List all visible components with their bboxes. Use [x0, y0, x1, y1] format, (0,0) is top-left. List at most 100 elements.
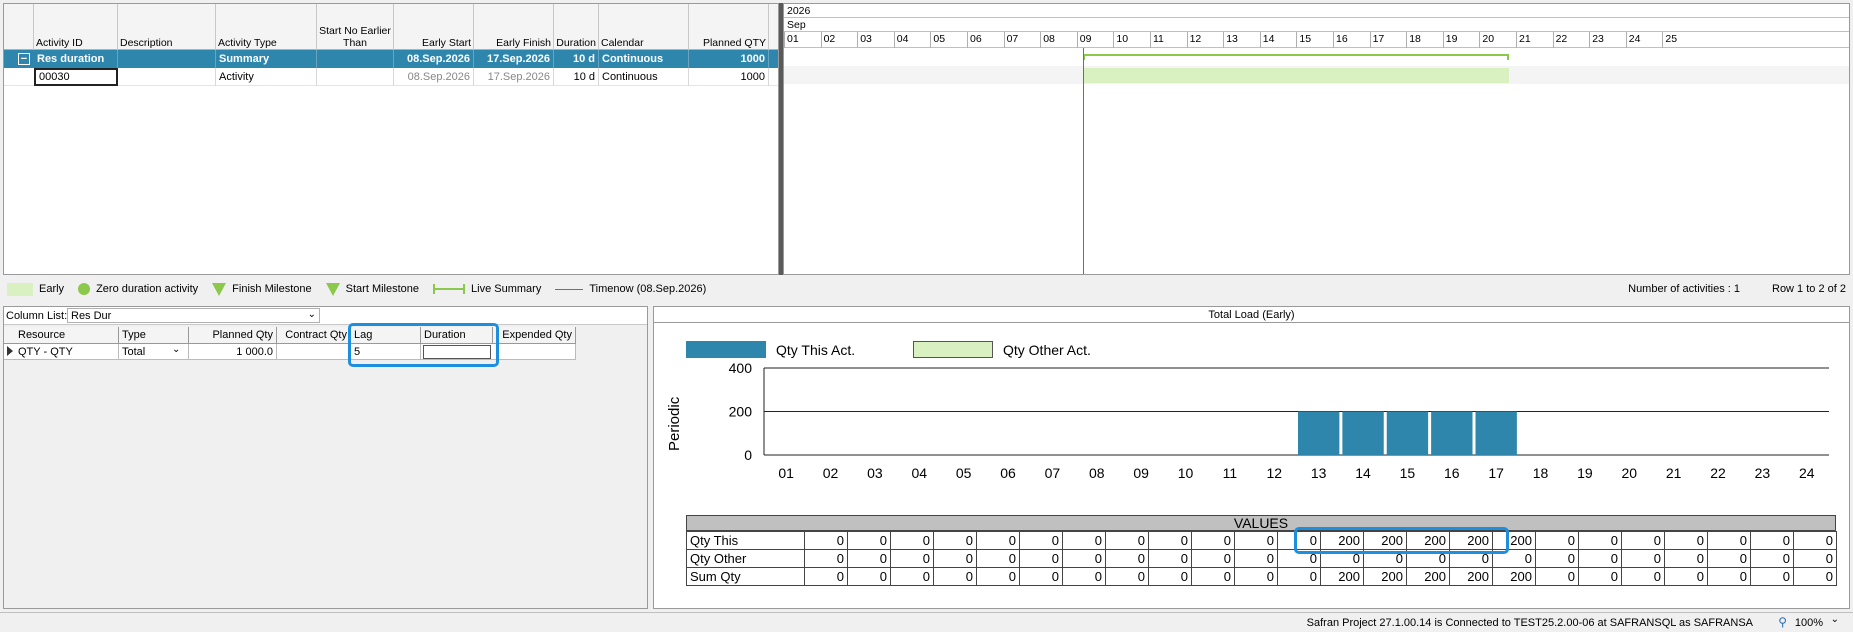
cell-early-start[interactable]: 08.Sep.2026 [394, 50, 474, 68]
cell-planned-qty[interactable]: 1000 [689, 50, 769, 68]
values-cell: 0 [847, 549, 891, 568]
gantt-day-10: 10 [1113, 32, 1150, 48]
cell-snet[interactable] [317, 68, 394, 86]
col-activity-type[interactable]: Activity Type [216, 4, 317, 50]
values-cell: 0 [1664, 549, 1708, 568]
gantt-day-23: 23 [1589, 32, 1626, 48]
row-pointer-icon [7, 346, 13, 356]
col-early-start[interactable]: Early Start [394, 4, 474, 50]
chevron-down-icon[interactable]: ⌄ [308, 309, 316, 320]
col-duration[interactable]: Duration [554, 4, 599, 50]
x-tick-label: 20 [1622, 465, 1638, 481]
col-contract-qty[interactable]: Contract Qty [277, 327, 351, 344]
resource-panel: Column List: Res Dur ⌄ Resource Type Pla… [3, 306, 648, 609]
col-calendar[interactable]: Calendar [599, 4, 689, 50]
zoom-dropdown-icon[interactable]: ⌄ [1831, 614, 1839, 625]
cell-expended-qty[interactable] [493, 344, 576, 360]
values-cell: 0 [1062, 549, 1106, 568]
cell-calendar[interactable]: Continuous [599, 68, 689, 86]
column-list-select[interactable]: Res Dur ⌄ [67, 308, 320, 323]
col-planned-qty[interactable]: Planned Qty [189, 327, 277, 344]
col-early-finish[interactable]: Early Finish [474, 4, 554, 50]
zoom-icon[interactable]: ⚲ [1778, 615, 1787, 629]
column-list-bar: Column List: Res Dur ⌄ [4, 307, 647, 325]
col-type[interactable]: Type [119, 327, 189, 344]
zoom-level[interactable]: 100% [1795, 617, 1823, 629]
table-row-summary[interactable]: − Res duration Summary 08.Sep.2026 17.Se… [4, 50, 778, 68]
cell-planned-qty[interactable]: 1 000.0 [189, 344, 277, 360]
x-tick-label: 24 [1799, 465, 1815, 481]
values-cell: 0 [1621, 531, 1665, 550]
cell-snet[interactable] [317, 50, 394, 68]
expand-collapse-icon[interactable]: − [18, 53, 30, 65]
early-bar[interactable] [1083, 68, 1509, 83]
values-row-label: Qty Other [686, 549, 805, 568]
type-dropdown-icon[interactable]: ⌄ [172, 344, 180, 355]
col-description[interactable]: Description [118, 4, 216, 50]
values-table: Qty This 0 0 0 0 0 0 0 0 0 0 0 0 200 200 200 200 200 0 0 0 0 0… [686, 531, 1837, 586]
cell-activity-type[interactable]: Activity [216, 68, 317, 86]
y-tick-label: 400 [729, 362, 753, 376]
values-cell: 0 [1578, 549, 1622, 568]
values-cell: 0 [1793, 531, 1837, 550]
live-summary-bar[interactable] [1083, 54, 1509, 60]
cell-description[interactable] [118, 50, 216, 68]
gantt-day-04: 04 [893, 32, 931, 48]
gantt-day-08: 08 [1040, 32, 1077, 48]
cell-duration[interactable]: 10 d [554, 68, 599, 86]
cell-description[interactable] [118, 68, 216, 86]
cell-activity-id[interactable]: 00030 [34, 68, 118, 86]
cell-planned-qty[interactable]: 1000 [689, 68, 769, 86]
x-tick-label: 11 [1223, 465, 1238, 481]
load-bar-chart: 0 200 400 01 02 03 04 05 06 07 08 09 10 11 12 13 14 15 16 1… [729, 362, 1829, 481]
values-cell: 0 [847, 531, 891, 550]
values-cell: 0 [804, 531, 848, 550]
col-start-no-earlier[interactable]: Start No Earlier Than [317, 4, 394, 50]
values-cell: 0 [1535, 531, 1579, 550]
gantt-day-06: 06 [967, 32, 1004, 48]
x-tick-label: 05 [956, 465, 972, 481]
cell-activity-id[interactable]: Res duration [34, 50, 118, 68]
table-row-activity[interactable]: 00030 Activity 08.Sep.2026 17.Sep.2026 1… [4, 68, 778, 86]
cell-contract-qty[interactable] [277, 344, 351, 360]
gantt-day-05: 05 [930, 32, 967, 48]
values-cell: 0 [1019, 531, 1063, 550]
values-cell: 200 [1406, 567, 1450, 586]
x-tick-label: 18 [1533, 465, 1549, 481]
values-cell: 0 [1277, 567, 1321, 586]
load-chart-title: Total Load (Early) [654, 307, 1849, 323]
values-cell: 0 [890, 531, 934, 550]
values-cell: 0 [1664, 531, 1708, 550]
values-cell: 0 [976, 549, 1020, 568]
cell-early-start[interactable]: 08.Sep.2026 [394, 68, 474, 86]
highlight-qty-this [1294, 527, 1509, 554]
x-tick-label: 19 [1577, 465, 1593, 481]
legend-bar: Early Zero duration activity Finish Mile… [3, 278, 1850, 300]
cell-early-finish[interactable]: 17.Sep.2026 [474, 50, 554, 68]
col-expended-qty[interactable]: Expended Qty [493, 327, 576, 344]
gantt-chart[interactable]: 2026 Sep 01 02 03 04 05 06 07 08 09 10 11 12 13 14 15 1… [783, 3, 1850, 275]
gantt-day-12: 12 [1186, 32, 1224, 48]
cell-resource[interactable]: QTY - QTY [15, 344, 119, 360]
column-list-value: Res Dur [71, 310, 112, 322]
values-row-qty-other: Qty Other 0 0 0 0 0 0 0 0 0 0 0 0 0 0 0 0 0 0 0 0 0 0 0 0 [686, 549, 1837, 568]
values-cell: 0 [890, 549, 934, 568]
values-row-qty-this: Qty This 0 0 0 0 0 0 0 0 0 0 0 0 200 200 200 200 200 0 0 0 0 0… [686, 531, 1837, 550]
col-resource[interactable]: Resource [15, 327, 119, 344]
legend-qty-other-swatch [913, 341, 993, 358]
cell-duration[interactable]: 10 d [554, 50, 599, 68]
values-cell: 0 [1148, 549, 1192, 568]
col-activity-id[interactable]: Activity ID [34, 4, 118, 50]
cell-activity-type[interactable]: Summary [216, 50, 317, 68]
x-tick-label: 12 [1267, 465, 1283, 481]
legend-qty-other: Qty Other Act. [1003, 342, 1091, 358]
gantt-day-13: 13 [1223, 32, 1260, 48]
values-row-label: Qty This [686, 531, 805, 550]
early-swatch-icon [7, 282, 33, 296]
cell-calendar[interactable]: Continuous [599, 50, 689, 68]
gantt-day-03: 03 [857, 32, 894, 48]
col-planned-qty[interactable]: Planned QTY [689, 4, 769, 50]
values-header: VALUES [686, 515, 1836, 531]
values-cell: 200 [1363, 567, 1407, 586]
cell-early-finish[interactable]: 17.Sep.2026 [474, 68, 554, 86]
